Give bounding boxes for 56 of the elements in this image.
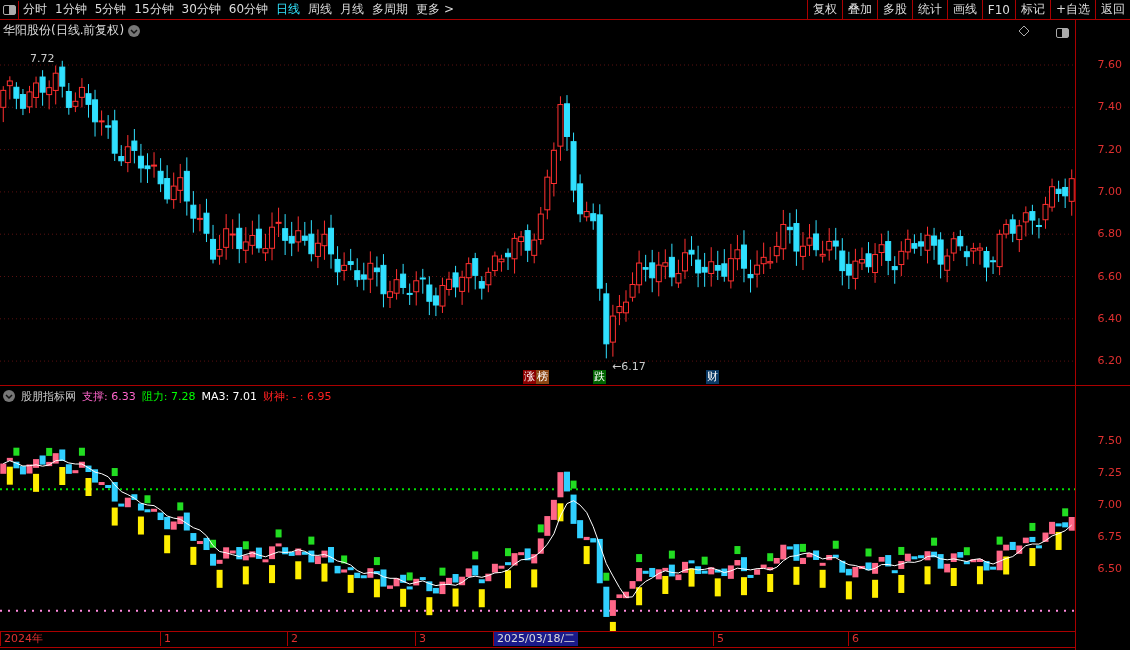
date-label: 1 bbox=[160, 632, 174, 646]
period-tab[interactable]: 30分钟 bbox=[177, 0, 225, 19]
indicator-value: MA3: 7.01 bbox=[201, 389, 258, 403]
toolbar-button[interactable]: +自选 bbox=[1049, 0, 1095, 19]
toolbar-button[interactable]: F10 bbox=[981, 0, 1015, 19]
date-label: 2025/03/18/二 bbox=[493, 632, 579, 646]
period-tab[interactable]: 1分钟 bbox=[51, 0, 91, 19]
price-tick: 6.60 bbox=[1097, 269, 1122, 283]
toolbar-button[interactable]: 画线 bbox=[946, 0, 982, 19]
period-tab[interactable]: 5分钟 bbox=[90, 0, 131, 19]
diamond-icon[interactable] bbox=[1017, 25, 1031, 37]
event-marker[interactable]: 涨 bbox=[523, 370, 536, 384]
toolbar-button[interactable]: 统计 bbox=[911, 0, 947, 19]
toolbar-button[interactable]: 标记 bbox=[1014, 0, 1050, 19]
price-tick: 7.60 bbox=[1097, 58, 1122, 71]
dropdown-icon[interactable] bbox=[128, 24, 141, 37]
chart-title: 华阳股份(日线.前复权) bbox=[3, 22, 125, 39]
period-tab[interactable]: 15分钟 bbox=[130, 0, 178, 19]
high-price-label: 7.72 bbox=[30, 52, 55, 65]
toolbar-button[interactable]: 返回 bbox=[1095, 0, 1130, 19]
period-tab[interactable]: 日线 bbox=[272, 0, 305, 19]
event-marker[interactable]: 跌 bbox=[593, 370, 606, 384]
period-tab[interactable]: 更多 > bbox=[412, 0, 458, 19]
indicator-value: 阻力: 7.28 bbox=[141, 388, 196, 404]
date-label: 6 bbox=[848, 632, 862, 646]
panel-toggle-icon[interactable] bbox=[0, 0, 19, 19]
period-tab[interactable]: 分时 bbox=[19, 0, 51, 19]
price-tick: 6.75 bbox=[1097, 530, 1122, 543]
price-tick: 6.40 bbox=[1097, 311, 1122, 325]
indicator-value: 支撑: 6.33 bbox=[82, 388, 136, 404]
price-tick: 7.50 bbox=[1097, 434, 1122, 447]
date-label: 3 bbox=[415, 632, 429, 646]
event-marker[interactable]: 财 bbox=[706, 370, 719, 384]
price-tick: 7.20 bbox=[1097, 142, 1122, 156]
period-tab[interactable]: 60分钟 bbox=[224, 0, 273, 19]
dropdown-icon[interactable] bbox=[3, 390, 15, 402]
toolbar-button[interactable]: 复权 bbox=[806, 0, 842, 19]
price-tick: 7.00 bbox=[1097, 184, 1122, 198]
toolbar-button[interactable]: 叠加 bbox=[841, 0, 877, 19]
low-price-label: ←6.17 bbox=[612, 360, 646, 373]
period-tab[interactable]: 周线 bbox=[304, 0, 337, 19]
price-tick: 7.00 bbox=[1097, 498, 1122, 511]
toolbar-button[interactable]: 多股 bbox=[876, 0, 912, 19]
price-tick: 7.25 bbox=[1097, 466, 1122, 479]
date-label: 2 bbox=[287, 632, 301, 646]
date-label: 2024年 bbox=[0, 632, 46, 646]
event-marker[interactable]: 榜 bbox=[536, 370, 549, 384]
price-tick: 7.40 bbox=[1097, 100, 1122, 114]
period-tab[interactable]: 月线 bbox=[336, 0, 369, 19]
indicator-name: 股朋指标网 bbox=[21, 388, 76, 404]
period-tab[interactable]: 多周期 bbox=[368, 0, 413, 19]
indicator-value: 财神: - : 6.95 bbox=[263, 388, 332, 404]
price-tick: 6.50 bbox=[1097, 562, 1122, 575]
date-label: 5 bbox=[713, 632, 727, 646]
price-tick: 6.80 bbox=[1097, 227, 1122, 241]
price-tick: 6.20 bbox=[1097, 354, 1122, 368]
